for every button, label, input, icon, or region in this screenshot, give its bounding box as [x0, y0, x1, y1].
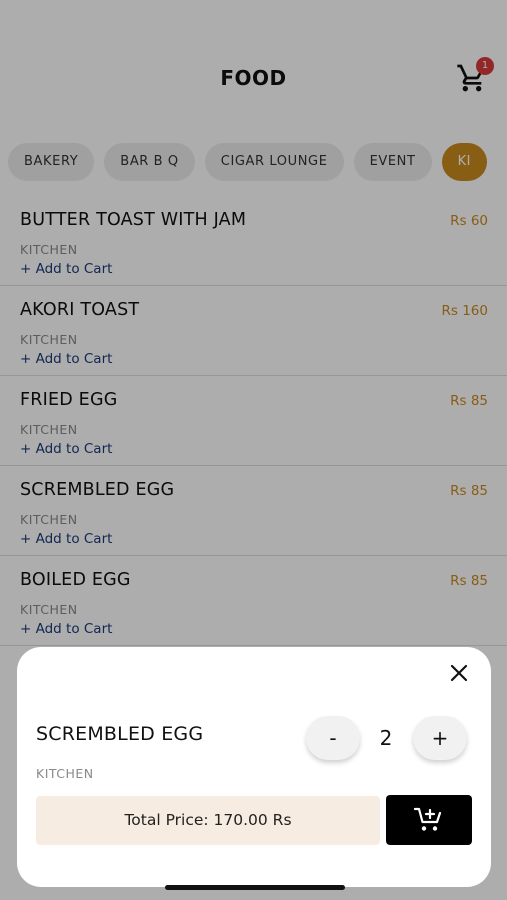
sheet-item-category: KITCHEN	[36, 766, 94, 781]
home-indicator	[165, 885, 345, 890]
close-button[interactable]	[447, 661, 471, 685]
add-shopping-cart-icon	[414, 807, 442, 831]
total-price: Total Price: 170.00 Rs	[36, 796, 380, 845]
increase-quantity-button[interactable]: +	[413, 716, 467, 760]
add-to-cart-button[interactable]	[386, 795, 472, 845]
food-screen: FOOD 1 BAKERY BAR B Q CIGAR LOUNGE EVENT…	[0, 0, 507, 900]
quantity-value: 2	[379, 726, 393, 750]
decrease-quantity-button[interactable]: -	[306, 716, 360, 760]
sheet-item-name: SCREMBLED EGG	[36, 723, 204, 745]
add-to-cart-sheet: SCREMBLED EGG KITCHEN - 2 + Total Price:…	[17, 647, 491, 887]
close-icon	[450, 664, 468, 682]
